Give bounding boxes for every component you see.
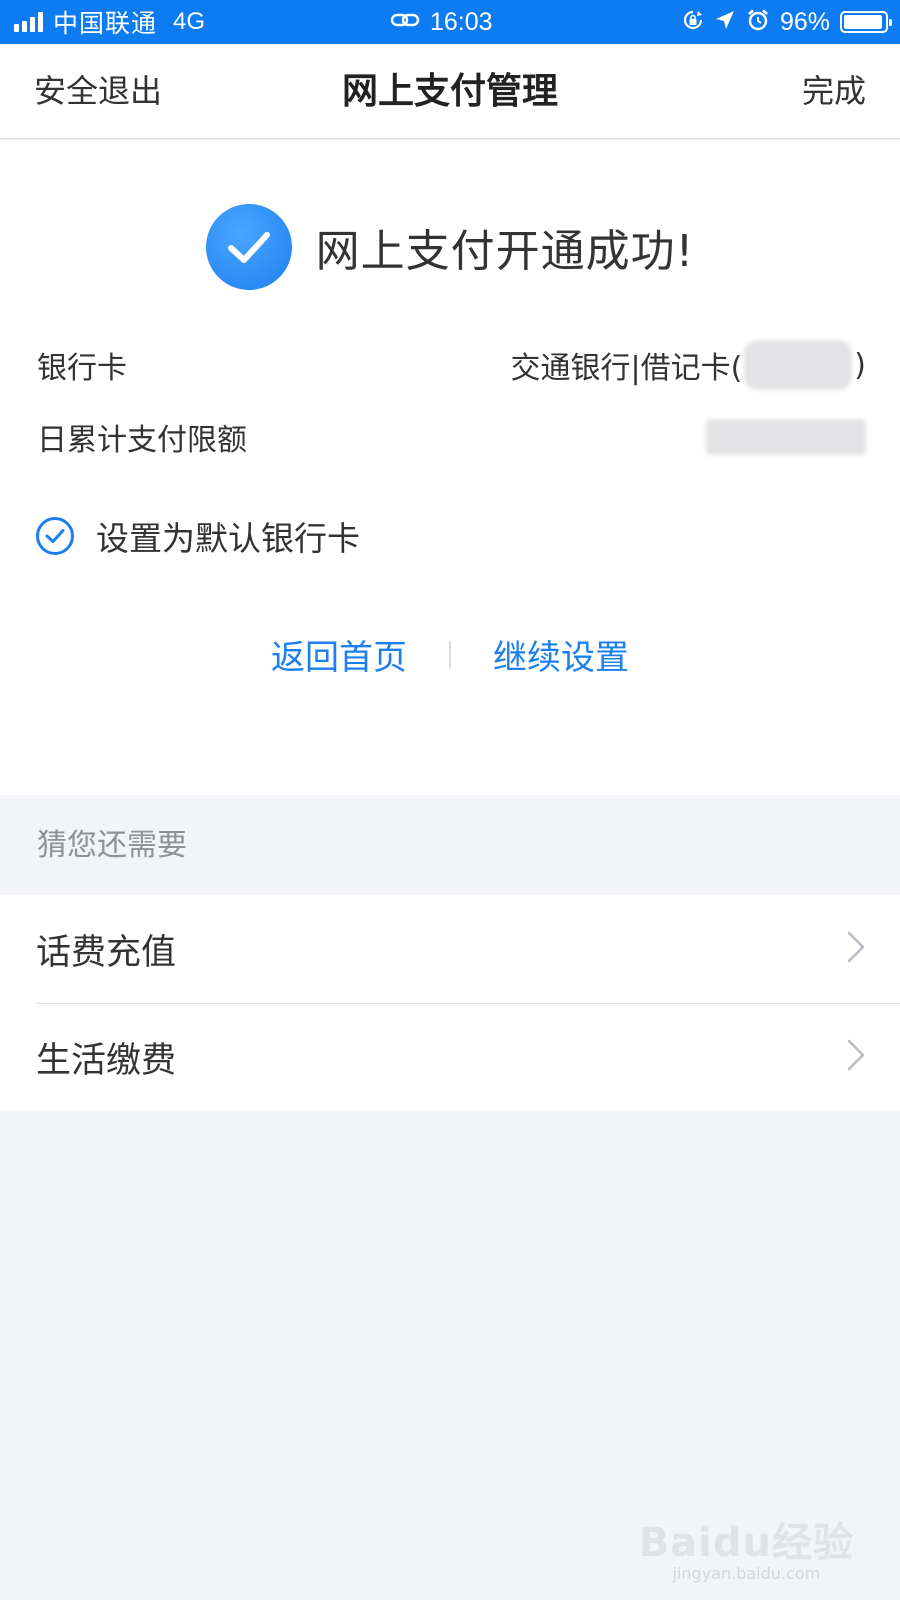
suggestions-header: 猜您还需要: [37, 828, 187, 863]
navigation-bar: 安全退出 网上支付管理 完成: [0, 44, 900, 139]
checkbox-checked-icon: [36, 517, 74, 555]
suggestion-label: 话费充值: [36, 932, 177, 973]
status-center: 16:03: [390, 0, 493, 44]
bank-card-name: 交通银行|借记卡(: [510, 351, 743, 386]
default-card-label: 设置为默认银行卡: [96, 519, 360, 558]
watermark-logo: Baidu经验: [638, 1520, 854, 1566]
redacted-limit-value: [706, 419, 866, 455]
battery-level: [844, 15, 883, 29]
bank-card-label: 银行卡: [37, 351, 127, 386]
done-button[interactable]: 完成: [802, 44, 866, 139]
battery-icon: [840, 11, 892, 33]
continue-settings-link[interactable]: 继续设置: [493, 630, 629, 679]
network-type: 4G: [173, 8, 206, 35]
success-message: 网上支付开通成功!: [315, 226, 695, 277]
battery-percent: 96%: [779, 7, 830, 36]
bank-card-row: 银行卡 交通银行|借记卡( ): [37, 340, 866, 390]
success-check-icon: [205, 204, 292, 290]
bank-card-suffix: ): [854, 347, 866, 383]
status-bar: 中国联通 4G 16:03 96%: [0, 0, 900, 44]
status-right: 96%: [682, 0, 892, 44]
alarm-icon: [746, 8, 770, 37]
carrier-name: 中国联通: [53, 10, 158, 38]
result-panel: 网上支付开通成功! 银行卡 交通银行|借记卡( ) 日累计支付限额 设置为默认银…: [0, 140, 900, 795]
chevron-right-icon: [846, 1038, 866, 1076]
redacted-card-number: [744, 340, 853, 390]
bank-card-value: 交通银行|借记卡( ): [510, 340, 866, 390]
suggestion-phone-recharge[interactable]: 话费充值: [0, 895, 900, 1003]
action-links: 返回首页 继续设置: [0, 630, 900, 679]
location-icon: [714, 9, 736, 36]
daily-limit-row: 日累计支付限额: [37, 412, 866, 462]
suggestion-utility-payment[interactable]: 生活缴费: [0, 1003, 900, 1111]
chevron-right-icon: [846, 930, 866, 968]
link-icon: [390, 10, 420, 35]
clock-time: 16:03: [430, 7, 493, 36]
rotation-lock-icon: [682, 9, 704, 36]
back-home-link[interactable]: 返回首页: [271, 630, 407, 679]
page-title: 网上支付管理: [341, 71, 558, 112]
default-card-checkbox[interactable]: 设置为默认银行卡: [36, 512, 360, 560]
signal-icon: [14, 12, 43, 32]
link-divider: [449, 640, 451, 669]
success-banner: 网上支付开通成功!: [0, 204, 900, 290]
status-left: 中国联通 4G: [14, 0, 205, 44]
suggestion-label: 生活缴费: [36, 1040, 177, 1081]
suggestions-list: 话费充值 生活缴费: [0, 895, 900, 1111]
daily-limit-label: 日累计支付限额: [37, 423, 247, 458]
watermark: Baidu经验 jingyan.baidu.com: [639, 1510, 854, 1583]
